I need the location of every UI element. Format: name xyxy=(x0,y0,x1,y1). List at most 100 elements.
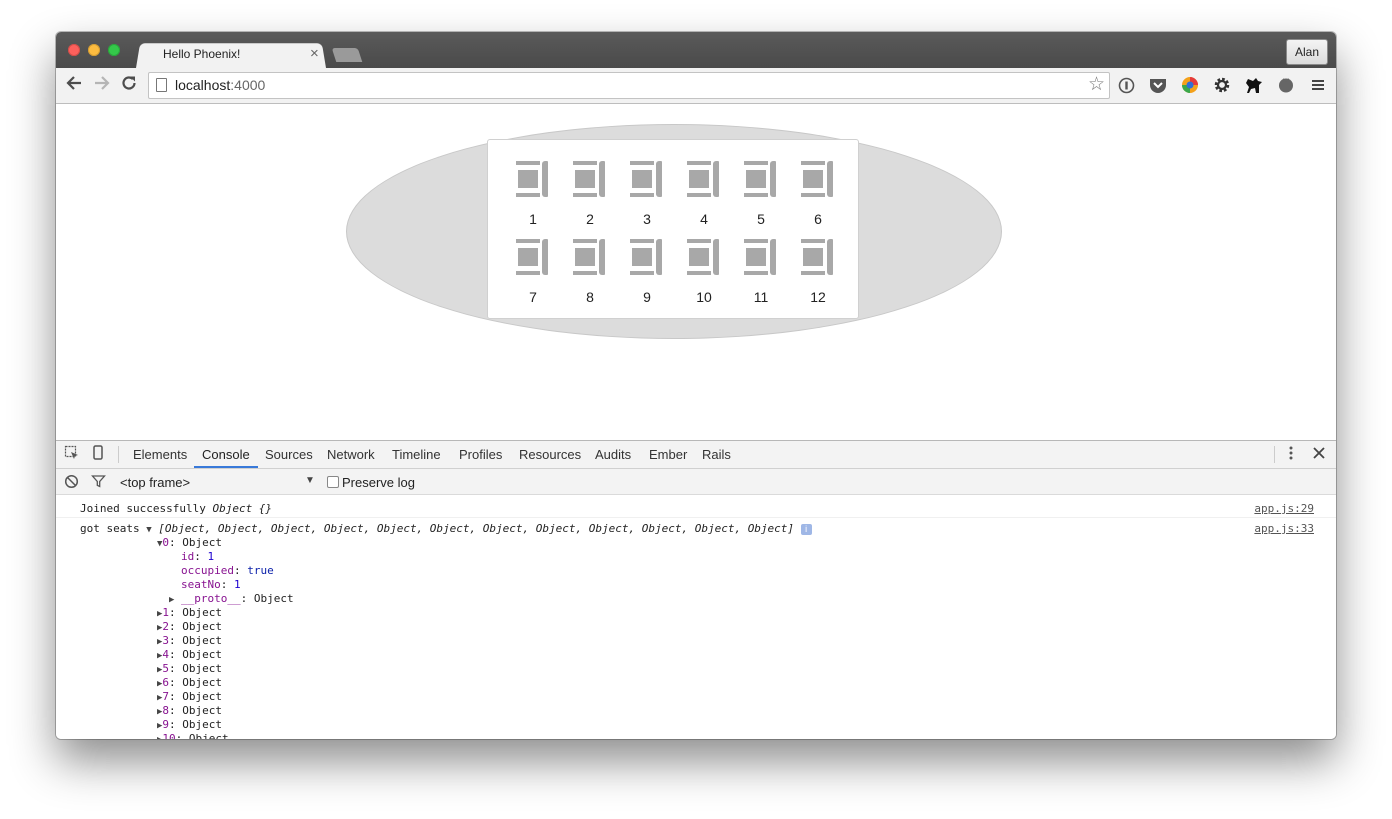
object-tree-item[interactable]: ▶9: Object xyxy=(157,718,222,731)
seat[interactable]: 7 xyxy=(516,239,550,305)
minimize-window-button[interactable] xyxy=(88,44,100,56)
seat[interactable]: 2 xyxy=(573,161,607,227)
page-content: 1 2 3 4 5 6 7 8 9 10 11 12 xyxy=(56,104,1336,440)
url-text: localhost:4000 xyxy=(175,77,266,93)
object-tree-item[interactable]: ▶6: Object xyxy=(157,676,222,689)
address-bar[interactable]: localhost:4000 ☆ xyxy=(148,72,1110,99)
info-icon[interactable]: i xyxy=(800,523,812,535)
forward-icon[interactable] xyxy=(93,74,111,97)
device-mode-icon[interactable] xyxy=(92,445,104,465)
filter-icon[interactable] xyxy=(91,474,106,493)
seat[interactable]: 8 xyxy=(573,239,607,305)
dog-extension-icon[interactable] xyxy=(1245,76,1263,94)
seat[interactable]: 3 xyxy=(630,161,664,227)
seat-icon xyxy=(573,239,607,277)
more-options-icon[interactable] xyxy=(1286,445,1296,465)
seat-map: 1 2 3 4 5 6 7 8 9 10 11 12 xyxy=(487,139,859,319)
object-tree-item[interactable]: ▶2: Object xyxy=(157,620,222,633)
seat-number: 7 xyxy=(529,289,537,305)
seat[interactable]: 4 xyxy=(687,161,721,227)
bookmark-star-icon[interactable]: ☆ xyxy=(1088,73,1105,96)
zoom-window-button[interactable] xyxy=(108,44,120,56)
object-tree-item[interactable]: ▶7: Object xyxy=(157,690,222,703)
reload-icon[interactable] xyxy=(120,74,138,97)
back-icon[interactable] xyxy=(65,74,83,97)
browser-toolbar: localhost:4000 ☆ xyxy=(56,68,1336,104)
ember-inspector-icon[interactable] xyxy=(1277,76,1295,94)
seat-icon xyxy=(630,161,664,199)
object-tree-item[interactable]: ▶ __proto__: Object xyxy=(169,592,294,605)
tab-sources[interactable]: Sources xyxy=(265,447,313,462)
source-link[interactable]: app.js:29 xyxy=(1254,502,1314,515)
tab-timeline[interactable]: Timeline xyxy=(392,447,441,462)
new-tab-button[interactable] xyxy=(331,48,363,62)
tab-audits[interactable]: Audits xyxy=(595,447,631,462)
close-devtools-icon[interactable] xyxy=(1312,445,1326,465)
seat[interactable]: 9 xyxy=(630,239,664,305)
seat[interactable]: 1 xyxy=(516,161,550,227)
seat-number: 5 xyxy=(757,211,765,227)
seat-icon xyxy=(744,161,778,199)
seat-number: 12 xyxy=(810,289,826,305)
close-window-button[interactable] xyxy=(68,44,80,56)
object-tree-item[interactable]: ▶4: Object xyxy=(157,648,222,661)
seat[interactable]: 5 xyxy=(744,161,778,227)
seat-icon xyxy=(516,161,550,199)
object-tree-item[interactable]: ▶5: Object xyxy=(157,662,222,675)
frame-dropdown-icon[interactable]: ▼ xyxy=(305,475,315,486)
pocket-extension-icon[interactable] xyxy=(1149,76,1167,94)
tab-network[interactable]: Network xyxy=(327,447,375,462)
expand-triangle-icon[interactable]: ▶ xyxy=(169,595,174,605)
seat[interactable]: 11 xyxy=(744,239,778,305)
seat-number: 10 xyxy=(696,289,712,305)
seat-icon xyxy=(630,239,664,277)
page-icon xyxy=(156,78,167,92)
expand-triangle-icon[interactable]: ▼ xyxy=(146,525,151,535)
tab-resources[interactable]: Resources xyxy=(519,447,581,462)
active-tab-indicator xyxy=(194,466,258,468)
devtools-separator xyxy=(118,446,119,463)
profile-button[interactable]: Alan xyxy=(1285,39,1328,65)
seat[interactable]: 12 xyxy=(801,239,835,305)
onepassword-extension-icon[interactable] xyxy=(1117,76,1135,94)
object-tree-item[interactable]: ▶10: Object xyxy=(157,732,229,739)
tab-rails[interactable]: Rails xyxy=(702,447,731,462)
seat-icon xyxy=(687,161,721,199)
console-toolbar: <top frame> ▼ Preserve log xyxy=(56,469,1336,495)
seat-icon xyxy=(801,239,835,277)
browser-window: Hello Phoenix! × Alan localhost:4000 ☆ 1… xyxy=(56,32,1336,739)
seat-icon xyxy=(744,239,778,277)
seat[interactable]: 6 xyxy=(801,161,835,227)
inspect-element-icon[interactable] xyxy=(64,445,80,465)
console-message: Joined successfully Object {} xyxy=(80,502,273,515)
seat-icon xyxy=(516,239,550,277)
source-link[interactable]: app.js:33 xyxy=(1254,522,1314,535)
preserve-log-label: Preserve log xyxy=(342,475,415,490)
object-tree-item[interactable]: ▶1: Object xyxy=(157,606,222,619)
colorful-extension-icon[interactable] xyxy=(1181,76,1199,94)
console-message: got seats ▼ [Object, Object, Object, Obj… xyxy=(80,522,812,535)
clear-console-icon[interactable] xyxy=(64,474,79,493)
object-tree-item[interactable]: ▶3: Object xyxy=(157,634,222,647)
menu-icon[interactable] xyxy=(1309,76,1327,94)
gear-icon[interactable] xyxy=(1213,76,1231,94)
object-tree-item[interactable]: ▼0: Object xyxy=(157,536,222,549)
tab-console[interactable]: Console xyxy=(202,447,250,462)
devtools-separator xyxy=(1274,446,1275,463)
seat-number: 1 xyxy=(529,211,537,227)
seat-icon xyxy=(573,161,607,199)
seat[interactable]: 10 xyxy=(687,239,721,305)
object-property: seatNo: 1 xyxy=(181,578,241,591)
tab-profiles[interactable]: Profiles xyxy=(459,447,502,462)
seat-number: 3 xyxy=(643,211,651,227)
tab-elements[interactable]: Elements xyxy=(133,447,187,462)
object-tree-item[interactable]: ▶8: Object xyxy=(157,704,222,717)
tab-ember[interactable]: Ember xyxy=(649,447,687,462)
preserve-log-checkbox[interactable] xyxy=(327,476,339,488)
tab-close-icon[interactable]: × xyxy=(310,45,319,62)
seat-number: 9 xyxy=(643,289,651,305)
tab-title: Hello Phoenix! xyxy=(163,47,241,61)
seat-number: 8 xyxy=(586,289,594,305)
frame-selector[interactable]: <top frame> xyxy=(120,475,190,490)
console-output: Joined successfully Object {} app.js:29 … xyxy=(56,495,1336,739)
